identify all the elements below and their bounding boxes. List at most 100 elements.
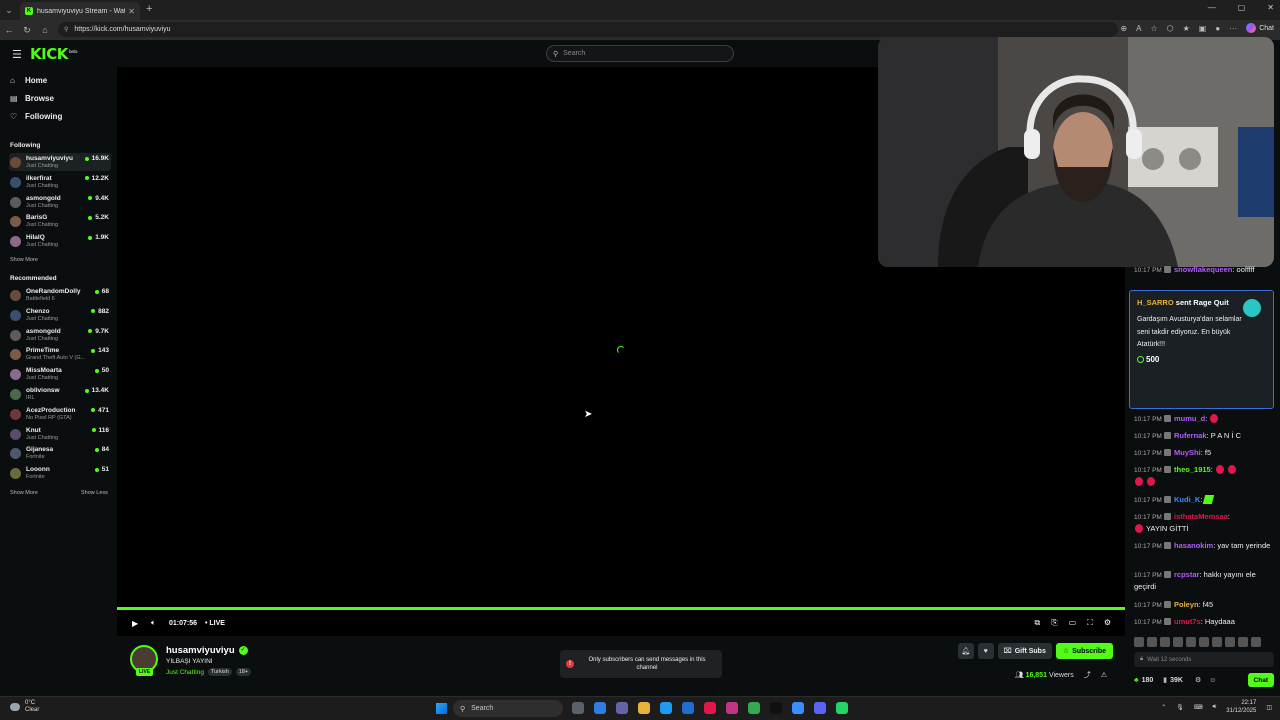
- close-tab-icon[interactable]: ✕: [128, 7, 135, 16]
- network-icon[interactable]: ⌨: [1194, 704, 1203, 711]
- sidebar-channel-following[interactable]: BarisG Just Chatting 5.2K: [9, 212, 111, 230]
- minimize-icon[interactable]: —: [1208, 3, 1216, 12]
- zoom-icon[interactable]: ⊕: [1120, 24, 1127, 33]
- emote-icon[interactable]: [1160, 637, 1170, 647]
- copilot-app-icon[interactable]: [594, 702, 606, 714]
- emote-icon[interactable]: [1212, 637, 1222, 647]
- browser-tab[interactable]: K husamviyuviyu Stream - Watch Live on K…: [20, 2, 140, 20]
- gift-sender[interactable]: H_SARRO: [1137, 298, 1174, 307]
- share-icon[interactable]: ⤴: [1084, 670, 1091, 680]
- taskbar-search[interactable]: ⚲ Search: [453, 700, 563, 717]
- gift-subs-button[interactable]: ⌧ Gift Subs: [997, 643, 1052, 659]
- emote-icon[interactable]: [1147, 637, 1157, 647]
- menu-icon[interactable]: ☰: [12, 48, 22, 61]
- emote-icon[interactable]: [1134, 637, 1144, 647]
- tray-overflow-icon[interactable]: ⌃: [1161, 704, 1166, 711]
- windows-start-icon[interactable]: [436, 703, 447, 714]
- sidebar-channel-following[interactable]: asmongold Just Chatting 9.4K: [9, 193, 111, 211]
- emote-icon[interactable]: [1199, 637, 1209, 647]
- chat-username[interactable]: Kudi_K: [1174, 495, 1200, 504]
- chat-username[interactable]: snowflakequeen: [1174, 265, 1232, 274]
- clip-icon[interactable]: ⎘: [1051, 618, 1057, 628]
- play-icon[interactable]: ▶: [132, 619, 138, 628]
- sidebar-channel-recommended[interactable]: oblivionsw IRL 13.4K: [9, 385, 111, 403]
- show-less-recommended[interactable]: Show Less: [81, 490, 108, 496]
- sidebar-item-home[interactable]: ⌂ Home: [10, 76, 47, 85]
- chat-username[interactable]: Rufernak: [1174, 431, 1207, 440]
- favorite-star-icon[interactable]: ☆: [1150, 24, 1157, 33]
- instagram-icon[interactable]: [726, 702, 738, 714]
- chat-username[interactable]: theo_1915: [1174, 465, 1211, 474]
- chat-send-button[interactable]: Chat: [1247, 673, 1274, 687]
- store-icon[interactable]: [682, 702, 694, 714]
- microphone-icon[interactable]: 🎙︎: [1176, 704, 1184, 711]
- sidebar-channel-following[interactable]: husamviyuviyu Just Chatting 16.9K: [9, 153, 111, 171]
- chat-username[interactable]: rcpstar: [1174, 570, 1199, 579]
- fullscreen-icon[interactable]: ⛶: [1087, 618, 1093, 628]
- sidebar-channel-following[interactable]: HilalQ Just Chatting 1.9K: [9, 232, 111, 250]
- pip-icon[interactable]: ⧉: [1035, 618, 1041, 628]
- extensions-icon[interactable]: ⬡: [1167, 24, 1174, 33]
- task-view-icon[interactable]: [572, 702, 584, 714]
- category-link[interactable]: Just Chatting: [166, 669, 204, 676]
- follow-heart-icon[interactable]: ♥: [977, 643, 994, 659]
- sidebar-channel-recommended[interactable]: MissMoarta Just Chatting 50: [9, 365, 111, 383]
- profile-icon[interactable]: ●: [1215, 24, 1220, 33]
- home-browser-icon[interactable]: ⌂: [36, 25, 54, 35]
- sidebar-channel-recommended[interactable]: Chenzo Just Chatting 882: [9, 306, 111, 324]
- chat-username[interactable]: umut7s: [1174, 617, 1201, 626]
- settings-gear-icon[interactable]: ⚙: [1104, 618, 1111, 628]
- sidebar-channel-recommended[interactable]: OneRandomDolly Battlefield 6 68: [9, 286, 111, 304]
- chat-username[interactable]: Poleyn: [1174, 600, 1199, 609]
- url-field[interactable]: ⚲ https://kick.com/husamviyuviyu: [58, 22, 1118, 37]
- show-more-following[interactable]: Show More: [10, 257, 38, 263]
- favorites-icon[interactable]: ★: [1183, 24, 1190, 33]
- kicks-balance-icon[interactable]: ♣: [1134, 677, 1139, 684]
- chat-username[interactable]: MuyShi: [1174, 448, 1201, 457]
- sidebar-channel-recommended[interactable]: Gijanesa Fortnite 84: [9, 444, 111, 462]
- volume-tray-icon[interactable]: 🔊︎: [1213, 704, 1217, 711]
- kick-logo[interactable]: KICKbeta: [30, 45, 78, 63]
- points-icon[interactable]: ▮: [1163, 676, 1167, 684]
- collections-icon[interactable]: ▣: [1199, 24, 1207, 33]
- sidebar-item-following[interactable]: ♡ Following: [10, 112, 62, 121]
- sidebar-channel-recommended[interactable]: AcezProduction No Pixel RP (GTA) 471: [9, 405, 111, 423]
- notifications-bell-icon[interactable]: 🔔︎: [957, 643, 974, 659]
- sidebar-channel-following[interactable]: ilkerfirat Just Chatting 12.2K: [9, 173, 111, 191]
- emote-icon[interactable]: [1225, 637, 1235, 647]
- clock[interactable]: 22:17 31/12/2025: [1226, 700, 1256, 716]
- sidebar-channel-recommended[interactable]: Looonn Fortnite 51: [9, 464, 111, 482]
- read-aloud-icon[interactable]: A: [1136, 24, 1141, 33]
- tiktok-icon[interactable]: [770, 702, 782, 714]
- close-window-icon[interactable]: ✕: [1267, 3, 1274, 12]
- chat-username[interactable]: hasanokim: [1174, 541, 1213, 550]
- search-input[interactable]: ⚲ Search: [546, 45, 734, 62]
- weather-widget[interactable]: 0°C Clear: [10, 700, 39, 714]
- sidebar-channel-recommended[interactable]: asmongold Just Chatting 9.7K: [9, 326, 111, 344]
- emote-icon[interactable]: [1238, 637, 1248, 647]
- maximize-icon[interactable]: ▢: [1238, 3, 1246, 12]
- teams-icon[interactable]: [616, 702, 628, 714]
- streamer-name[interactable]: husamviyuviyu ✓: [166, 645, 248, 656]
- notifications-icon[interactable]: ◫: [1266, 704, 1272, 711]
- youtube-icon[interactable]: [704, 702, 716, 714]
- emote-icon[interactable]: [1173, 637, 1183, 647]
- site-info-icon[interactable]: ⚲: [64, 26, 68, 33]
- emote-icon[interactable]: [1186, 637, 1196, 647]
- discord-icon[interactable]: [814, 702, 826, 714]
- subscribe-button[interactable]: ☆ Subscribe: [1055, 643, 1113, 659]
- tag-language[interactable]: Turkish: [207, 668, 232, 676]
- chat-username[interactable]: isthataMemsaa: [1174, 512, 1228, 521]
- sidebar-channel-recommended[interactable]: Knut Just Chatting 116: [9, 425, 111, 443]
- copilot-chat-button[interactable]: Chat: [1246, 23, 1274, 33]
- more-icon[interactable]: ···: [1229, 24, 1237, 33]
- sidebar-item-browse[interactable]: ▤ Browse: [10, 94, 54, 103]
- report-icon[interactable]: ⚠: [1101, 671, 1107, 679]
- emote-icon[interactable]: [1251, 637, 1261, 647]
- chat-settings-gear-icon[interactable]: ⚙: [1195, 676, 1201, 684]
- sidebar-channel-recommended[interactable]: PrimeTime Grand Theft Auto V (G... 143: [9, 345, 111, 363]
- theater-mode-icon[interactable]: ▭: [1069, 618, 1077, 628]
- edge-icon[interactable]: [660, 702, 672, 714]
- chrome-icon[interactable]: [748, 702, 760, 714]
- back-icon[interactable]: ←: [0, 25, 18, 35]
